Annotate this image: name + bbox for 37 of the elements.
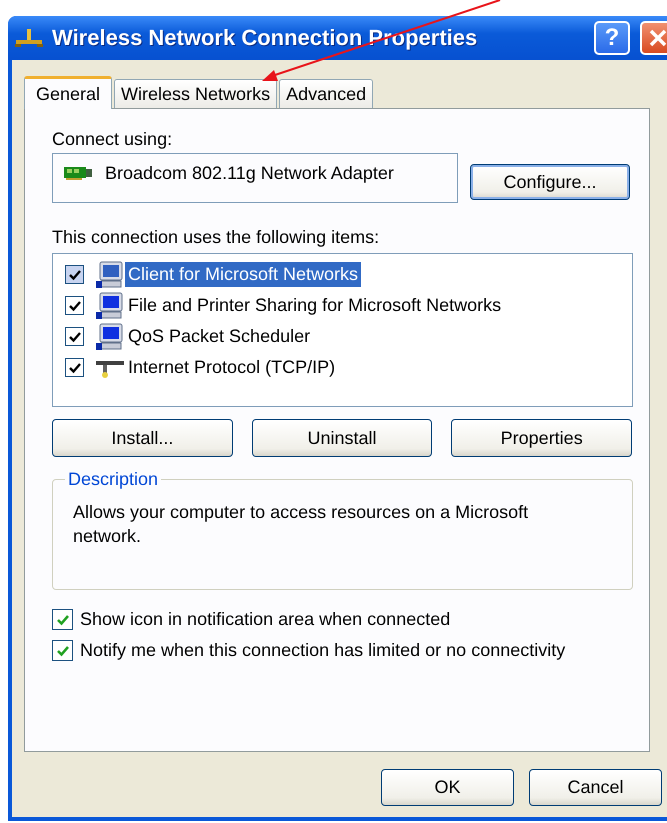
computer-icon (95, 260, 125, 288)
adapter-field: Broadcom 802.11g Network Adapter (52, 153, 458, 203)
item-label[interactable]: Client for Microsoft Networks (125, 262, 362, 287)
checkbox[interactable] (65, 265, 84, 284)
tab[interactable]: Wireless Networks (114, 79, 278, 108)
checkmark-icon (68, 268, 82, 282)
computer-icon (95, 322, 125, 350)
configure-button[interactable]: Configure... (470, 164, 630, 200)
action-button[interactable]: Properties (451, 419, 632, 457)
checkbox[interactable] (52, 609, 73, 630)
description-title: Description (67, 469, 160, 490)
checkbox[interactable] (65, 358, 84, 377)
network-icon (14, 27, 44, 49)
checkmark-icon (68, 330, 82, 344)
checkmark-icon (68, 360, 82, 374)
action-button[interactable]: Install... (52, 419, 233, 457)
close-button[interactable] (640, 21, 667, 55)
dialog-button[interactable]: Cancel (529, 769, 662, 806)
item-label[interactable]: File and Printer Sharing for Microsoft Networks (125, 293, 504, 318)
item-label[interactable]: QoS Packet Scheduler (125, 324, 314, 349)
option-label: Notify me when this connection has limited or no connectivity (80, 640, 566, 661)
checkbox[interactable] (65, 296, 84, 315)
tab[interactable]: General (24, 76, 112, 109)
option-label: Show icon in notification area when connected (80, 609, 450, 630)
description-text: Allows your computer to access resources on a Microsoft network. (73, 501, 530, 548)
network-card-icon (63, 165, 93, 181)
close-icon (647, 27, 667, 49)
connect-using-label: Connect using: (52, 129, 174, 151)
action-button[interactable]: Uninstall (252, 419, 432, 457)
computer-icon (95, 292, 125, 320)
dialog-button[interactable]: OK (381, 769, 514, 806)
item-label[interactable]: Internet Protocol (TCP/IP) (125, 355, 338, 380)
checkbox[interactable] (52, 640, 73, 661)
items-label: This connection uses the following items: (52, 227, 380, 249)
checkbox[interactable] (65, 327, 84, 346)
tab[interactable]: Advanced (279, 79, 374, 108)
checkmark-icon (68, 298, 82, 312)
